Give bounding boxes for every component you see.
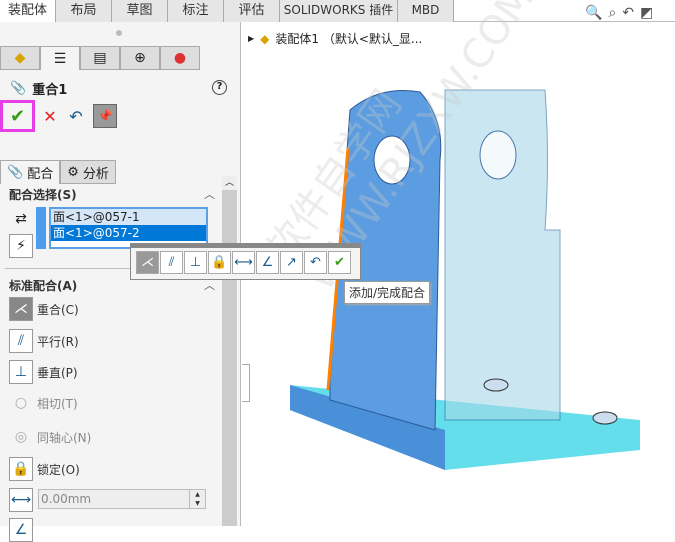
zoom-fit-icon[interactable]: 🔍 [585,5,602,21]
tab-evaluate[interactable]: 评估 [224,0,280,22]
paperclip-icon: 📎 [7,165,24,180]
check-icon: ✔ [9,105,26,127]
tab-dimxpert[interactable]: ⊕ [120,46,160,70]
pin-button[interactable]: 📌 [93,104,117,128]
previous-view-icon[interactable]: ↶ [622,5,634,21]
page-title: 重合1 [32,83,68,98]
angle-icon: ∠ [9,518,33,542]
perpendicular-button[interactable]: ⊥ [184,251,207,274]
undo-icon: ↶ [69,106,83,126]
mate-label: 垂直(P) [37,365,78,380]
view-toolbar: 🔍 ⌕ ↶ ◩ [585,5,653,21]
mate-perpendicular[interactable]: ⊥ 垂直(P) [9,360,78,384]
panel-grip[interactable] [116,30,122,36]
zoom-area-icon[interactable]: ⌕ [608,5,616,21]
selection-color-bar [36,207,46,249]
assembly-icon: ◆ [14,50,26,66]
lock-button[interactable]: 🔒 [208,251,231,274]
tab-mates-label: 配合 [27,167,54,182]
multi-mate-icon[interactable]: ⚡ [9,234,33,258]
perpendicular-icon: ⊥ [9,360,33,384]
gears-icon: ⚙ [67,164,79,180]
tangent-icon: ○ [14,395,28,411]
bolt-hole [483,378,509,392]
tab-display-manager[interactable]: ● [160,46,200,70]
undo-button[interactable]: ↶ [65,107,87,126]
distance-icon: ⟷ [9,488,33,512]
command-tabs: 装配体 布局 草图 标注 评估 SOLIDWORKS 插件 MBD [0,0,675,22]
mate-parallel[interactable]: ⫽ 平行(R) [9,329,79,353]
collapse-icon[interactable]: ︿ [204,186,215,202]
coincident-button[interactable]: ⋌ [136,251,159,274]
undo-button[interactable]: ↶ [304,251,327,274]
hole [479,130,517,180]
tab-property-manager[interactable]: ☰ [40,46,80,70]
concentric-icon: ◎ [14,429,28,445]
mate-tangent[interactable]: ○ 相切(T) [9,391,78,415]
color-wheel-icon: ● [173,50,187,66]
mate-label: 锁定(O) [37,462,80,477]
mate-concentric[interactable]: ◎ 同轴心(N) [9,425,91,449]
property-list-icon: ☰ [53,50,67,67]
tab-feature-tree[interactable]: ◆ [0,46,40,70]
assembly-icon: ◆ [260,31,270,46]
scroll-up-icon[interactable]: ︿ [222,176,237,190]
distance-value: 0.00mm [41,492,92,506]
tab-analysis[interactable]: ⚙ 分析 [60,160,116,184]
mate-label: 同轴心(N) [37,430,92,445]
paperclip-icon: 📎 [10,81,27,96]
close-icon: ✕ [43,106,57,126]
mate-selections-header[interactable]: 配合选择(S) [9,186,77,203]
distance-button[interactable]: ⟷ [232,251,255,274]
tooltip: 添加/完成配合 [344,281,431,304]
mate-coincident[interactable]: ⋌ 重合(C) [9,297,79,321]
distance-stepper[interactable]: ▲ ▼ [189,490,205,508]
crosshair-icon: ⊕ [134,50,146,66]
tab-sketch[interactable]: 草图 [112,0,168,22]
pin-icon: 📌 [97,109,113,123]
angle-button[interactable]: ∠ [256,251,279,274]
parallel-button[interactable]: ⫽ [160,251,183,274]
list-item[interactable]: 面<1>@057-1 [51,209,206,225]
help-button[interactable]: ? [212,80,227,95]
expand-icon[interactable]: ▶ [248,34,254,43]
tab-markup[interactable]: 标注 [168,0,224,22]
tab-analysis-label: 分析 [82,166,109,182]
mate-lock[interactable]: 🔒 锁定(O) [9,457,80,481]
distance-input[interactable]: 0.00mm ▲ ▼ [38,489,206,509]
swap-icon[interactable]: ⇄ [9,207,33,231]
mate-label: 平行(R) [37,334,79,349]
standard-mates-header[interactable]: 标准配合(A) [9,277,77,294]
tab-layout[interactable]: 布局 [56,0,112,22]
list-item[interactable]: 面<1>@057-2 [51,225,206,241]
tab-addins[interactable]: SOLIDWORKS 插件 [280,0,398,22]
tab-mates[interactable]: 📎 配合 [0,160,61,184]
tab-assembly[interactable]: 装配体 [0,0,56,22]
flip-alignment-button[interactable]: ↗ [280,251,303,274]
lock-icon: 🔒 [9,457,33,481]
bolt-hole [592,411,618,425]
config-icon: ▤ [93,50,107,66]
mate-popup-toolbar: ⋌ ⫽ ⊥ 🔒 ⟷ ∠ ↗ ↶ ✔ [130,243,361,280]
cancel-button[interactable]: ✕ [39,107,61,126]
section-view-icon[interactable]: ◩ [640,5,653,21]
mate-distance[interactable]: ⟷ [9,488,33,512]
parallel-icon: ⫽ [9,329,33,353]
coincident-icon: ⋌ [9,297,33,321]
ok-button[interactable]: ✔ [0,100,35,132]
scrollbar[interactable]: ︿ [222,176,237,526]
mate-label: 相切(T) [37,396,78,411]
tab-config-manager[interactable]: ▤ [80,46,120,70]
mate-label: 重合(C) [37,302,79,317]
mate-angle[interactable]: ∠ [9,518,33,542]
panel-splitter[interactable] [242,364,250,402]
add-finish-mate-button[interactable]: ✔ [328,251,351,274]
